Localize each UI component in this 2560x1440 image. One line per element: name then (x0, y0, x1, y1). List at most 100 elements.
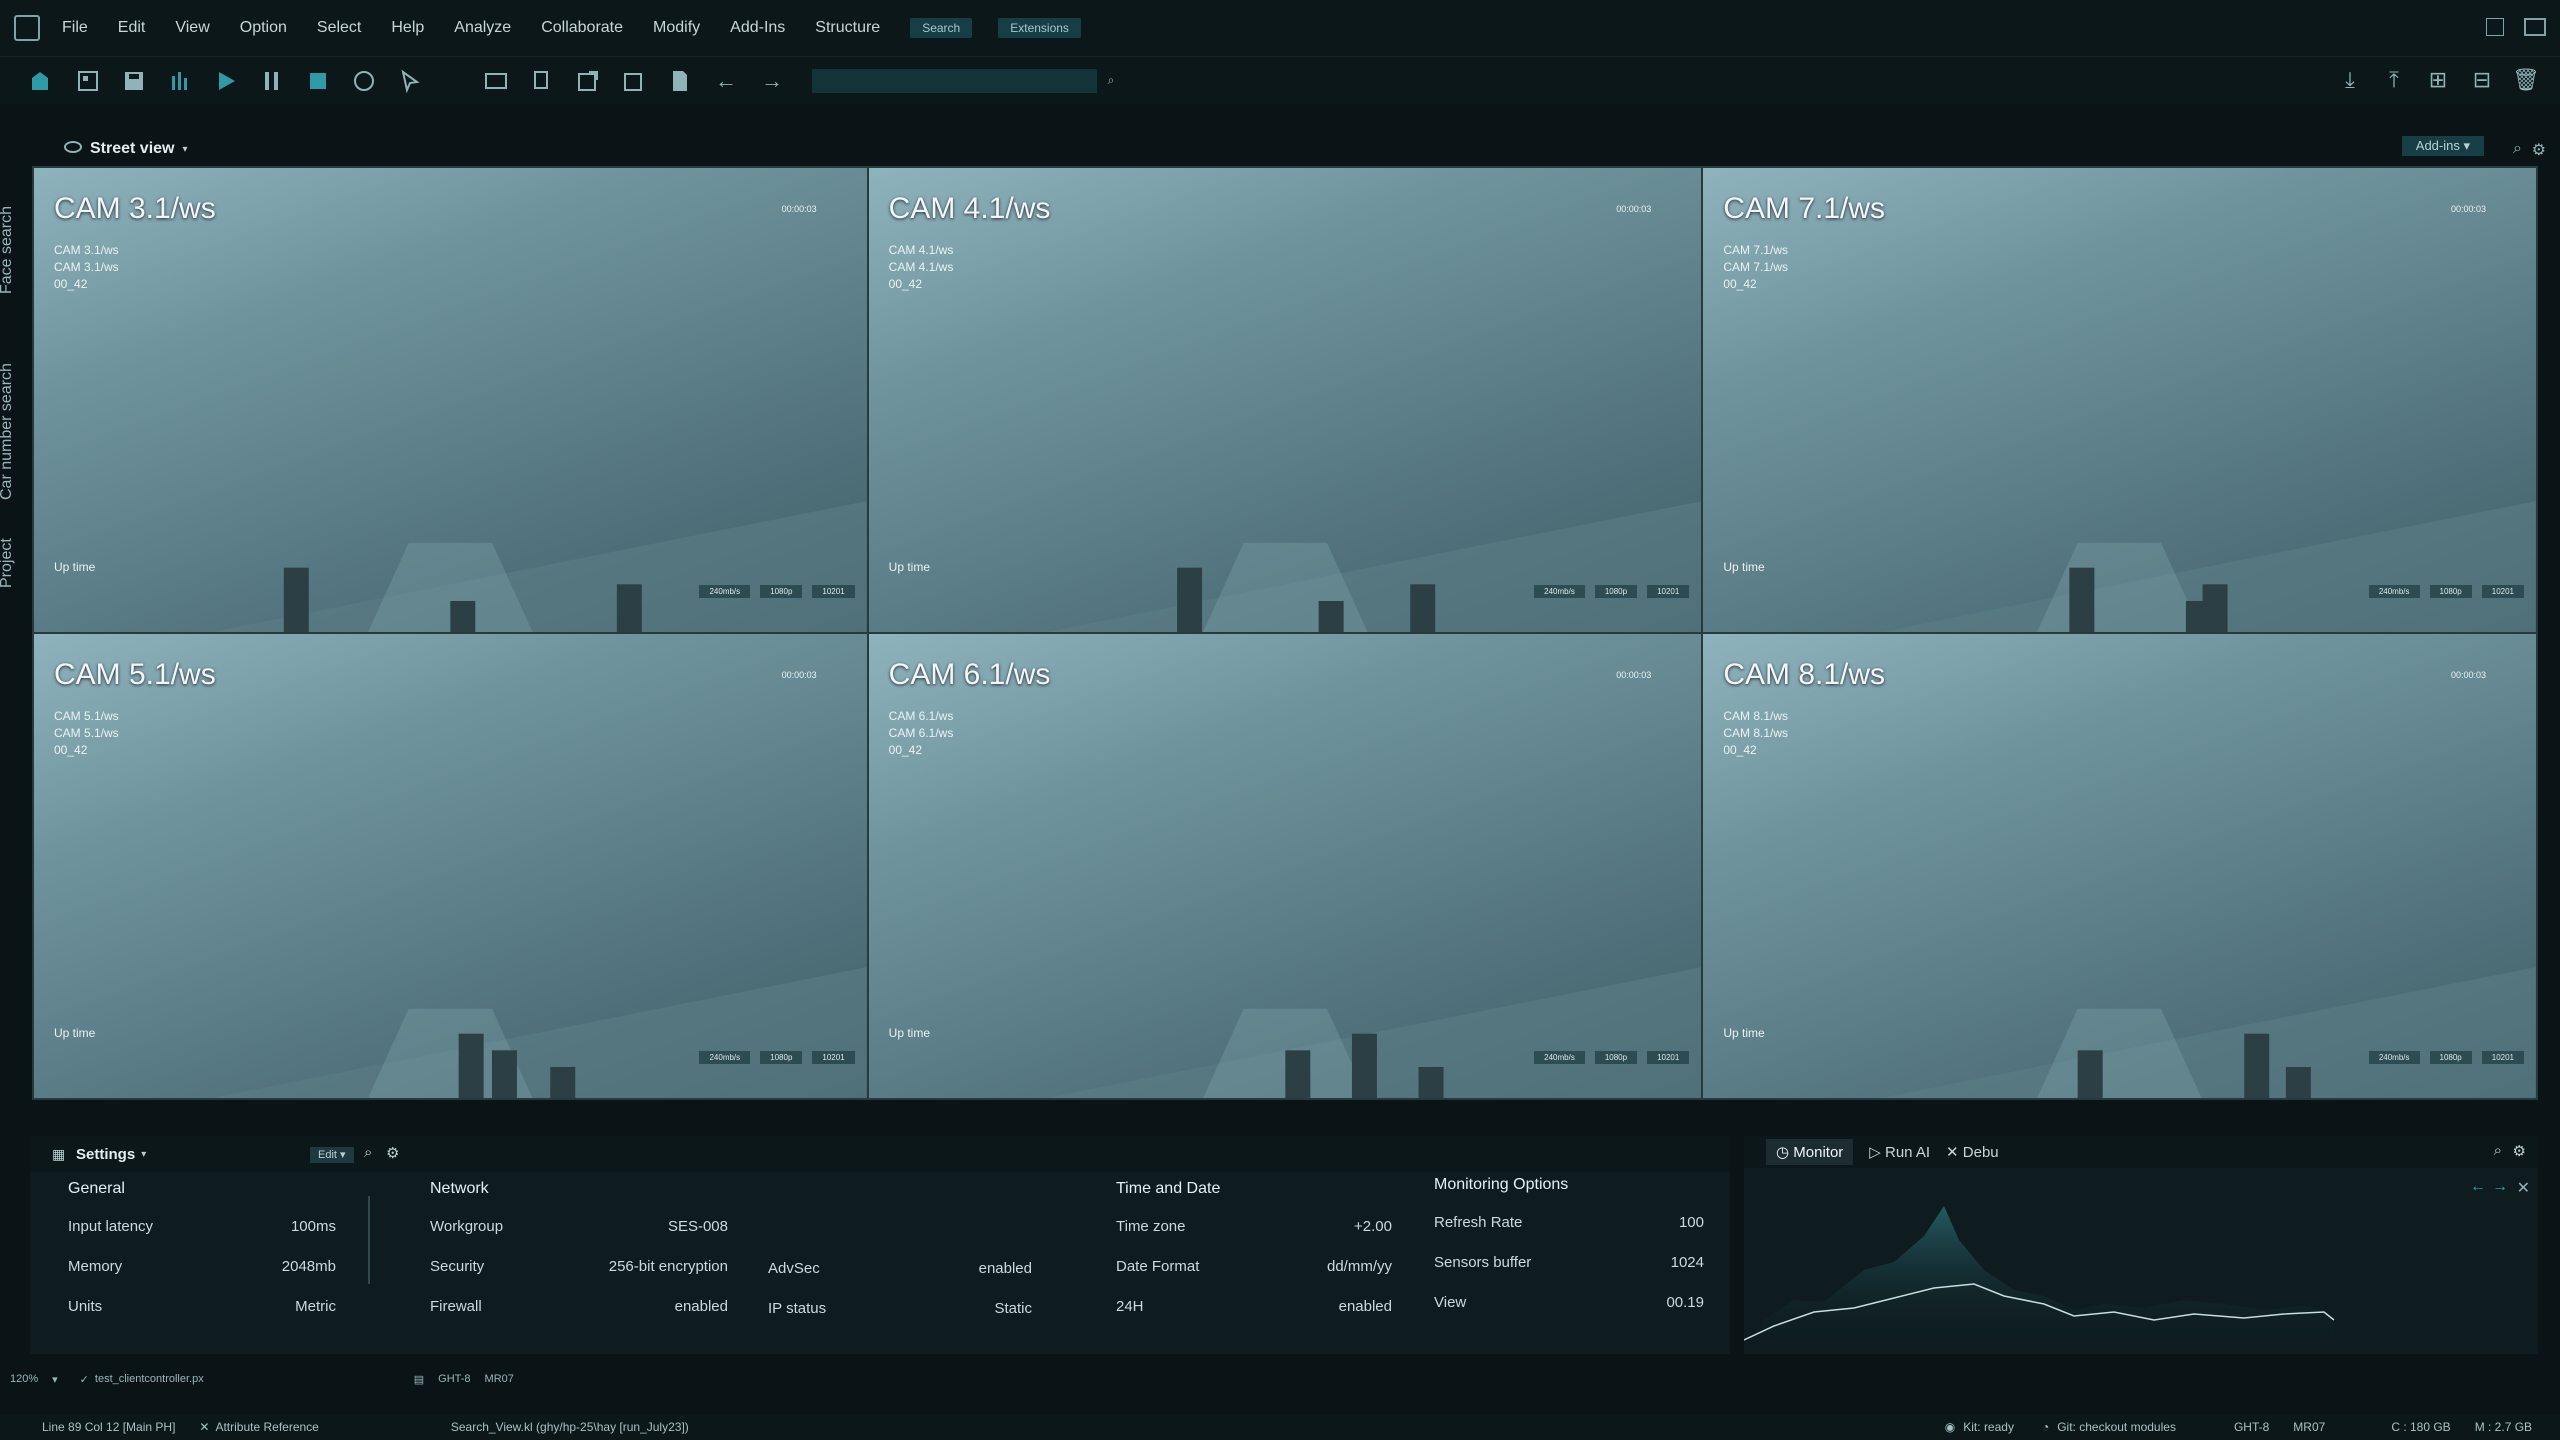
chevron-down-icon[interactable]: ▾ (182, 144, 187, 155)
menu-add-ins[interactable]: Add-Ins (730, 19, 785, 37)
toolbar-search-input[interactable] (812, 68, 1097, 93)
menu-search-button[interactable]: Search (910, 18, 973, 38)
camera-meta-line: CAM 8.1/ws (1723, 726, 1789, 740)
menu-collaborate[interactable]: Collaborate (541, 19, 623, 37)
setting-value[interactable]: 1024 (1671, 1254, 1704, 1271)
tab-car-number-search[interactable]: Car number search (0, 363, 16, 500)
play-icon[interactable] (212, 67, 240, 95)
tab-run-ai[interactable]: ▷ Run AI (1869, 1143, 1930, 1161)
menu-analyze[interactable]: Analyze (454, 19, 511, 37)
stop-icon[interactable] (304, 67, 332, 95)
chart-icon[interactable] (166, 67, 194, 95)
close-icon[interactable]: ✕ (199, 1420, 209, 1434)
menu-select[interactable]: Select (317, 19, 361, 37)
import-icon[interactable] (620, 67, 648, 95)
edit-label: Edit (318, 1149, 337, 1161)
setting-value[interactable]: Static (994, 1300, 1032, 1317)
kit-status: Kit: ready (1963, 1420, 2014, 1434)
menu-extensions-button[interactable]: Extensions (998, 18, 1081, 38)
save-icon[interactable] (120, 67, 148, 95)
git-status[interactable]: Git: checkout modules (2057, 1420, 2176, 1434)
camera-meta-line: CAM 8.1/ws (1723, 709, 1789, 723)
chevron-down-icon[interactable]: ▾ (141, 1149, 146, 1160)
new-icon[interactable] (28, 67, 56, 95)
copy-icon[interactable] (528, 67, 556, 95)
camera-tile[interactable]: CAM 5.1/ws CAM 5.1/ws CAM 5.1/ws 00_42 00:00… (34, 634, 867, 1098)
forward-arrow-icon[interactable]: → (2492, 1178, 2508, 1196)
setting-value[interactable]: enabled (979, 1260, 1032, 1277)
tab-project[interactable]: Project (0, 538, 16, 588)
setting-value[interactable]: 100 (1679, 1214, 1704, 1231)
camera-tags: 240mb/s 1080p 10201 (699, 585, 855, 598)
edit-button[interactable]: Edit ▾ (310, 1147, 354, 1163)
menu-modify[interactable]: Modify (653, 19, 700, 37)
tab-face-search[interactable]: Face search (0, 206, 16, 294)
file-name[interactable]: test_clientcontroller.px (95, 1373, 204, 1385)
setting-row: Workgroup SES-008 (430, 1218, 728, 1258)
setting-value[interactable]: Metric (295, 1298, 336, 1315)
camera-meta-line: 00_42 (1723, 277, 1757, 291)
gear-icon[interactable]: ⚙ (2513, 1142, 2526, 1160)
setting-value[interactable]: enabled (675, 1298, 728, 1315)
minus-icon[interactable]: ⊟ (2468, 66, 2496, 94)
menu-option[interactable]: Option (240, 19, 287, 37)
search-icon[interactable]: ⌕ (364, 1144, 372, 1161)
camera-tile[interactable]: CAM 4.1/ws CAM 4.1/ws CAM 4.1/ws 00_42 00:00… (868, 168, 1702, 632)
upload-icon[interactable]: ⤒ (2380, 66, 2408, 94)
gear-icon[interactable]: ⚙ (386, 1144, 399, 1162)
camera-tile[interactable]: CAM 8.1/ws CAM 8.1/ws CAM 8.1/ws 00_42 00:00… (1703, 634, 2536, 1098)
setting-value[interactable]: +2.00 (1354, 1218, 1392, 1235)
pointer-icon[interactable] (396, 67, 424, 95)
close-icon[interactable]: ✕ (2517, 1178, 2530, 1198)
file-icon[interactable] (666, 67, 694, 95)
camera-tags: 240mb/s 1080p 10201 (2368, 585, 2524, 598)
menu-edit[interactable]: Edit (118, 19, 146, 37)
camera-tile[interactable]: CAM 3.1/ws CAM 3.1/ws CAM 3.1/ws 00_42 00:00… (34, 168, 867, 632)
view-header: Street view ▾ (0, 134, 2560, 164)
setting-value[interactable]: 00.19 (1666, 1294, 1704, 1311)
grid-icon[interactable] (74, 67, 102, 95)
add-icon[interactable]: ⊞ (2424, 66, 2452, 94)
dropdown-icon[interactable] (2486, 18, 2504, 36)
forward-arrow-icon[interactable]: → (758, 67, 786, 95)
search-icon[interactable]: ⌕ (1097, 67, 1125, 95)
setting-value[interactable]: 256-bit encryption (609, 1258, 728, 1275)
back-arrow-icon[interactable]: ← (2470, 1178, 2486, 1196)
back-arrow-icon[interactable]: ← (712, 67, 740, 95)
camera-meta-line: CAM 4.1/ws (888, 260, 954, 274)
view-title[interactable]: Street view (90, 140, 174, 158)
window-new-icon[interactable] (482, 67, 510, 95)
camera-meta-line: CAM 5.1/ws (54, 726, 119, 740)
network-advanced-group: AdvSec enabled IP status Static (768, 1260, 1032, 1340)
tab-monitor[interactable]: ◷ Monitor (1766, 1139, 1854, 1165)
attribute-reference[interactable]: Attribute Reference (215, 1420, 318, 1434)
search-path[interactable]: Search_View.kl (ghy/hp-25\hay [run_July2… (451, 1420, 689, 1434)
camera-tile[interactable]: CAM 7.1/ws CAM 7.1/ws CAM 7.1/ws 00_42 00:00… (1703, 168, 2536, 632)
chevron-down-icon[interactable]: ▾ (52, 1373, 58, 1386)
menu-help[interactable]: Help (391, 19, 424, 37)
divider (368, 1196, 370, 1284)
menu-structure[interactable]: Structure (815, 19, 880, 37)
setting-value[interactable]: 2048mb (282, 1258, 336, 1275)
setting-value[interactable]: 100ms (291, 1218, 336, 1235)
menu-file[interactable]: File (62, 19, 88, 37)
menu-view[interactable]: View (175, 19, 209, 37)
download-icon[interactable]: ⤓ (2336, 66, 2364, 94)
add-ins-button[interactable]: Add-ins ▾ (2401, 136, 2484, 156)
export-icon[interactable] (574, 67, 602, 95)
setting-value[interactable]: SES-008 (668, 1218, 728, 1235)
loop-icon[interactable] (350, 67, 378, 95)
trash-icon[interactable]: 🗑 (2512, 66, 2540, 94)
settings-title[interactable]: Settings (76, 1146, 135, 1163)
search-icon[interactable]: ⌕ (2494, 1142, 2502, 1159)
gear-icon[interactable]: ⚙ (2532, 140, 2546, 160)
resolution-tag: 1080p (2429, 1051, 2472, 1064)
setting-value[interactable]: dd/mm/yy (1327, 1258, 1392, 1275)
pause-icon[interactable] (258, 67, 286, 95)
search-icon[interactable]: ⌕ (2513, 140, 2522, 158)
setting-value[interactable]: enabled (1339, 1298, 1392, 1315)
zoom-level[interactable]: 120% (10, 1373, 38, 1385)
camera-tile[interactable]: CAM 6.1/ws CAM 6.1/ws CAM 6.1/ws 00_42 00:00… (868, 634, 1702, 1098)
tab-debug[interactable]: ✕ Debu (1946, 1143, 1999, 1161)
window-icon[interactable] (2524, 18, 2546, 36)
